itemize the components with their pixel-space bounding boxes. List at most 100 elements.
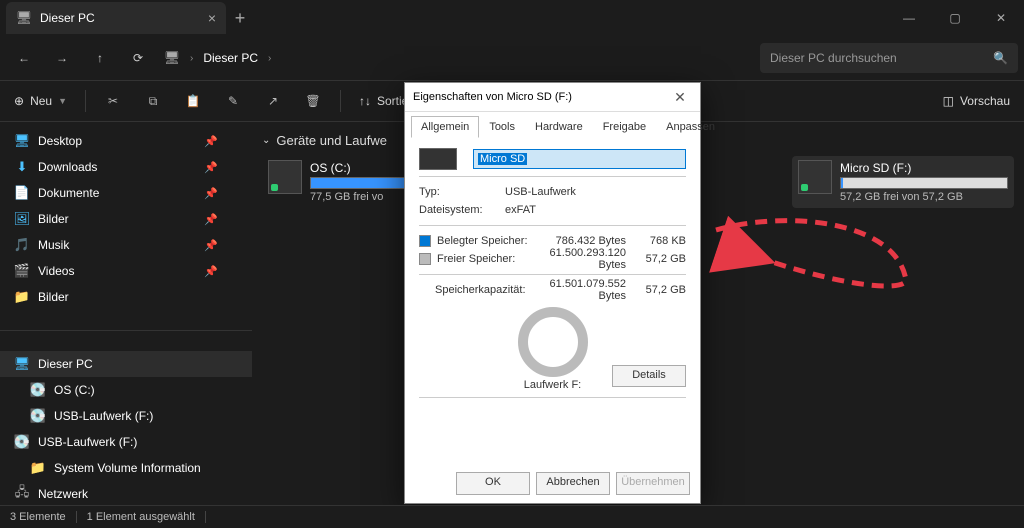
sidebar-item-sysvol[interactable]: 📁System Volume Information [0,455,252,481]
cancel-button[interactable]: Abbrechen [536,472,610,495]
pin-icon: 📌 [204,213,218,226]
dialog-tabs: Allgemein Tools Hardware Freigabe Anpass… [405,112,700,138]
type-value: USB-Laufwerk [505,186,686,198]
documents-icon: 📄 [14,185,30,201]
sidebar-item-label: Dieser PC [38,357,93,371]
chevron-right-icon: › [190,53,193,64]
sidebar-item-this-pc[interactable]: 🖥Dieser PC [0,351,252,377]
sidebar-item-label: Bilder [38,212,69,226]
drive-name-input[interactable]: Micro SD [473,149,686,169]
pictures-icon: 🖼 [14,211,30,227]
chevron-right-icon: › [268,53,271,64]
chevron-down-icon: ▼ [58,96,67,106]
window-close-button[interactable]: ✕ [978,0,1024,36]
sidebar-item-folder[interactable]: 📁 Bilder [0,284,252,310]
sidebar-item-os-drive[interactable]: 💽OS (C:) [0,377,252,403]
breadcrumb[interactable]: 🖥 › Dieser PC › [164,50,271,66]
dialog-close-button[interactable]: ✕ [668,89,692,106]
separator [85,90,86,112]
delete-button[interactable]: 🗑 [296,86,330,116]
separator [205,511,206,523]
sidebar-item-label: Downloads [38,160,97,174]
details-button[interactable]: Details [612,365,686,387]
cut-button[interactable]: ✂ [96,86,130,116]
sidebar-item-network[interactable]: 🖧 Netzwerk [0,481,252,507]
sidebar-item-downloads[interactable]: ⬇ Downloads 📌 [0,154,252,180]
folder-icon: 📁 [14,289,30,305]
drive-icon [268,160,302,194]
minimize-button[interactable]: — [886,0,932,36]
folder-icon: 📁 [30,460,46,476]
preview-button[interactable]: ◫ Vorschau [935,86,1018,116]
new-label: Neu [30,94,52,108]
sidebar-item-music[interactable]: 🎵Musik📌 [0,232,252,258]
ok-button[interactable]: OK [456,472,530,495]
tab-close-icon[interactable]: × [208,10,216,26]
tab-freigabe[interactable]: Freigabe [593,116,656,138]
navbar: ← → ↑ ⟳ 🖥 › Dieser PC › Dieser PC durchs… [0,36,1024,80]
rename-button[interactable]: ✎ [216,86,250,116]
drive-name: Micro SD (F:) [840,161,1008,175]
up-button[interactable]: ↑ [82,42,118,74]
status-bar: 3 Elemente 1 Element ausgewählt [0,505,1024,528]
separator [340,90,341,112]
new-tab-button[interactable]: + [226,8,254,29]
videos-icon: 🎬 [14,263,30,279]
capacity-human: 57,2 GB [626,284,686,296]
pc-icon: 🖥 [16,10,32,26]
pin-icon: 📌 [204,239,218,252]
sidebar-item-desktop[interactable]: 🖥Desktop📌 [0,128,252,154]
tab-hardware[interactable]: Hardware [525,116,593,138]
paste-button[interactable]: 📋 [176,86,210,116]
plus-icon: ⊕ [14,94,24,108]
refresh-button[interactable]: ⟳ [120,42,156,74]
sidebar: 🖥Desktop📌 ⬇ Downloads 📌 📄Dokumente📌 🖼 Bilde… [0,122,252,508]
properties-dialog: Eigenschaften von Micro SD (F:) ✕ Allgem… [404,82,701,504]
status-item-count: 3 Elemente [10,511,66,523]
drive-icon: 💽 [30,382,46,398]
titlebar: 🖥 Dieser PC × + — ▢ ✕ [0,0,1024,36]
downloads-icon: ⬇ [14,159,30,175]
copy-button[interactable]: ⧉ [136,86,170,116]
dialog-titlebar[interactable]: Eigenschaften von Micro SD (F:) ✕ [405,83,700,112]
sidebar-item-documents[interactable]: 📄Dokumente📌 [0,180,252,206]
desktop-icon: 🖥 [14,133,30,149]
used-bytes: 786.432 Bytes [537,235,626,247]
pin-icon: 📌 [204,187,218,200]
sidebar-item-usb-root[interactable]: 💽USB-Laufwerk (F:) [0,429,252,455]
chevron-down-icon: ⌄ [262,135,270,146]
sidebar-item-pictures[interactable]: 🖼 Bilder 📌 [0,206,252,232]
forward-button[interactable]: → [44,42,80,74]
maximize-button[interactable]: ▢ [932,0,978,36]
sidebar-item-videos[interactable]: 🎬Videos📌 [0,258,252,284]
new-button[interactable]: ⊕ Neu ▼ [6,86,75,116]
tab-anpassen[interactable]: Anpassen [656,116,725,138]
sidebar-item-label: Netzwerk [38,487,88,501]
tab-tools[interactable]: Tools [479,116,525,138]
sidebar-item-usb-drive[interactable]: 💽USB-Laufwerk (F:) [0,403,252,429]
network-icon: 🖧 [14,486,30,502]
tab-label: Dieser PC [40,11,200,25]
breadcrumb-root[interactable]: Dieser PC [203,51,258,65]
fs-value: exFAT [505,204,686,216]
search-input[interactable]: Dieser PC durchsuchen 🔍 [760,43,1018,73]
tab-allgemein[interactable]: Allgemein [411,116,479,138]
pin-icon: 📌 [204,161,218,174]
search-placeholder: Dieser PC durchsuchen [770,51,993,65]
capacity-label: Speicherkapazität: [435,284,535,296]
share-button[interactable]: ↗ [256,86,290,116]
pin-icon: 📌 [204,135,218,148]
drive-micro-sd-f[interactable]: Micro SD (F:) 57,2 GB frei von 57,2 GB [792,156,1014,208]
window-tab[interactable]: 🖥 Dieser PC × [6,2,226,34]
separator [76,511,77,523]
drive-free-text: 57,2 GB frei von 57,2 GB [840,191,1008,203]
capacity-bytes: 61.501.079.552 Bytes [535,278,626,302]
used-swatch-icon [419,235,431,247]
sidebar-item-label: Bilder [38,290,69,304]
pc-icon: 🖥 [164,50,180,66]
sidebar-item-label: Musik [38,238,69,252]
sort-icon: ↑↓ [359,94,371,108]
drive-usage-bar [840,177,1008,189]
back-button[interactable]: ← [6,42,42,74]
apply-button[interactable]: Übernehmen [616,472,690,495]
